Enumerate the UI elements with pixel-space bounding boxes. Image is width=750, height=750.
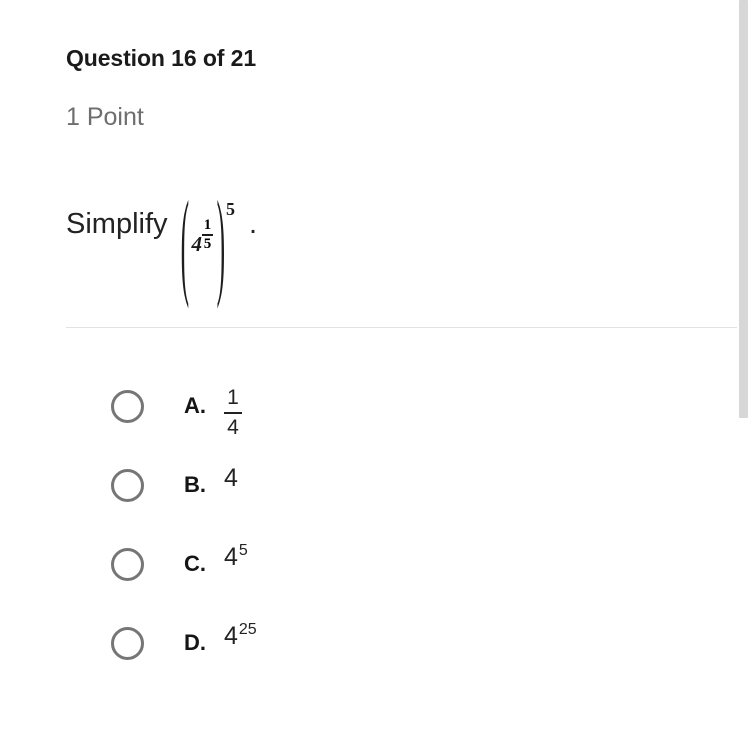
section-divider bbox=[66, 327, 750, 328]
prompt-lead-text: Simplify bbox=[66, 208, 168, 240]
option-value-d: 4 25 bbox=[224, 621, 257, 650]
answer-fraction-a: 1 4 bbox=[224, 386, 242, 440]
answer-numerator-a: 1 bbox=[227, 386, 239, 409]
math-base: 4 bbox=[191, 231, 203, 256]
open-paren: ( bbox=[180, 179, 189, 311]
scrollbar-thumb[interactable] bbox=[739, 0, 748, 418]
exponent-numerator: 1 bbox=[203, 217, 212, 233]
answer-exponent-c: 5 bbox=[238, 542, 248, 559]
option-row-d[interactable]: D. 4 25 bbox=[111, 619, 671, 698]
option-letter-a: A. bbox=[184, 393, 206, 418]
answer-base-c: 4 bbox=[224, 543, 238, 571]
option-value-c: 4 5 bbox=[224, 542, 248, 571]
answer-base-d: 4 bbox=[224, 622, 238, 650]
close-paren: ) bbox=[216, 179, 226, 311]
option-row-a[interactable]: A. 1 4 bbox=[111, 382, 671, 461]
question-page: Question 16 of 21 1 Point Simplify ( 4 1… bbox=[0, 0, 750, 750]
option-row-c[interactable]: C. 4 5 bbox=[111, 540, 671, 619]
option-value-b: 4 bbox=[224, 466, 238, 491]
math-expression: ( 4 1 5 ) 5 bbox=[180, 185, 236, 305]
answer-base-b: 4 bbox=[224, 464, 238, 492]
radio-button-a[interactable] bbox=[111, 390, 144, 423]
radio-button-c[interactable] bbox=[111, 548, 144, 581]
radio-button-b[interactable] bbox=[111, 469, 144, 502]
option-letter-b: B. bbox=[184, 472, 206, 497]
option-letter-d: D. bbox=[184, 630, 206, 655]
page-title: Question 16 of 21 bbox=[66, 45, 257, 71]
paren-contents: 4 1 5 bbox=[190, 218, 216, 256]
answer-denominator-a: 4 bbox=[227, 416, 239, 440]
option-value-a: 1 4 bbox=[224, 386, 242, 440]
exponent-denominator: 5 bbox=[203, 235, 212, 252]
point-value-label: 1 Point bbox=[66, 103, 144, 131]
answer-options-list: A. 1 4 B. 4 C. 4 5 D. 4 25 bbox=[111, 382, 671, 698]
fraction-bar bbox=[224, 412, 242, 415]
outer-exponent: 5 bbox=[226, 199, 236, 219]
radio-button-d[interactable] bbox=[111, 627, 144, 660]
question-prompt: Simplify ( 4 1 5 ) 5 . bbox=[66, 185, 258, 305]
exponent-fraction: 1 5 bbox=[202, 217, 214, 252]
option-row-b[interactable]: B. 4 bbox=[111, 461, 671, 540]
prompt-trailing-period: . bbox=[249, 208, 258, 240]
answer-exponent-d: 25 bbox=[238, 621, 257, 638]
option-letter-c: C. bbox=[184, 551, 206, 576]
vertical-scrollbar[interactable] bbox=[737, 0, 750, 750]
